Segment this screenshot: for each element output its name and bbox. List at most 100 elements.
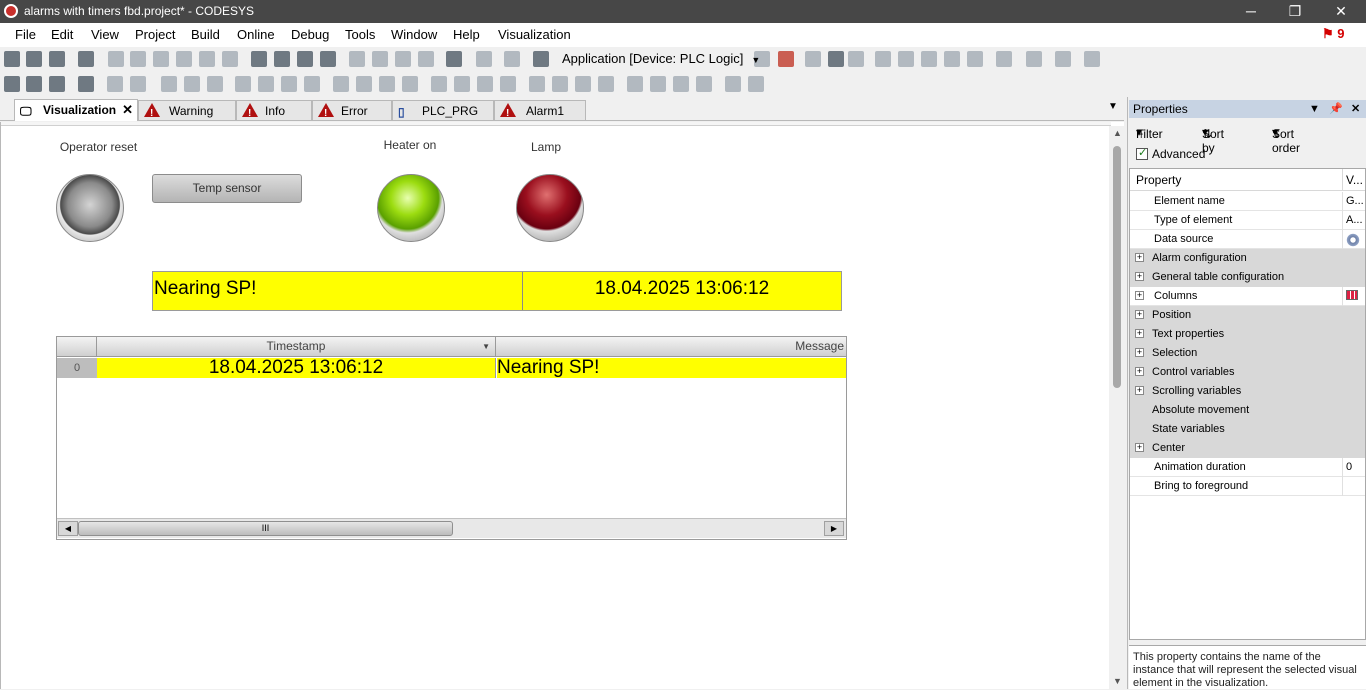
- hotkeys-icon[interactable]: [49, 76, 65, 92]
- close-panel-icon[interactable]: ✕: [1351, 100, 1360, 118]
- alarm-table[interactable]: Timestamp ▼ Message 0 18.04.2025 13:06:12…: [56, 336, 847, 540]
- expand-icon[interactable]: +: [1135, 443, 1144, 452]
- sort-by-button[interactable]: ⇅ Sort by ▾: [1202, 125, 1224, 155]
- next-bookmark-icon[interactable]: [372, 51, 388, 67]
- maximize-button[interactable]: ❐: [1272, 0, 1318, 23]
- menu-help[interactable]: Help: [453, 27, 480, 42]
- increase-spacing-icon[interactable]: [477, 76, 493, 92]
- property-grid[interactable]: Property V... Element name G... Type of el…: [1129, 168, 1366, 640]
- property-row[interactable]: Element name G...: [1130, 192, 1365, 211]
- minimize-button[interactable]: ─: [1228, 0, 1274, 23]
- tab-visualization[interactable]: 🖵 Visualization ✕: [14, 99, 138, 121]
- insert-element-icon[interactable]: [476, 51, 492, 67]
- scroll-thumb[interactable]: III: [78, 521, 453, 536]
- distribute-vertical-icon[interactable]: [431, 76, 447, 92]
- stop-icon[interactable]: [828, 51, 844, 67]
- close-tab-icon[interactable]: ✕: [122, 101, 133, 119]
- bring-forward-icon[interactable]: [650, 76, 666, 92]
- export-icon[interactable]: [504, 51, 520, 67]
- background-icon[interactable]: [78, 76, 94, 92]
- expand-icon[interactable]: +: [1135, 253, 1144, 262]
- replace-icon[interactable]: [274, 51, 290, 67]
- save-project-icon[interactable]: [49, 51, 65, 67]
- undo-icon[interactable]: [108, 51, 124, 67]
- delete-icon[interactable]: [222, 51, 238, 67]
- step-out-icon[interactable]: [944, 51, 960, 67]
- build-icon[interactable]: [533, 51, 549, 67]
- start-icon[interactable]: [805, 51, 821, 67]
- align-right-icon[interactable]: [207, 76, 223, 92]
- scroll-up-icon[interactable]: ▲: [1113, 128, 1122, 138]
- editor-vertical-scrollbar[interactable]: ▲ ▼: [1109, 126, 1125, 689]
- expand-icon[interactable]: +: [1135, 348, 1144, 357]
- fit-icon[interactable]: [575, 76, 591, 92]
- menu-build[interactable]: Build: [191, 27, 220, 42]
- property-row[interactable]: + Scrolling variables: [1130, 382, 1365, 401]
- align-middle-icon[interactable]: [258, 76, 274, 92]
- select-all-icon[interactable]: [725, 76, 741, 92]
- columns-icon[interactable]: [1346, 290, 1358, 300]
- close-window-button[interactable]: ✕: [1318, 0, 1364, 23]
- copy-icon[interactable]: [176, 51, 192, 67]
- find-icon[interactable]: [251, 51, 267, 67]
- property-row[interactable]: Type of element A...: [1130, 211, 1365, 230]
- column-header-timestamp[interactable]: Timestamp ▼: [97, 337, 496, 357]
- property-row[interactable]: + Columns: [1130, 287, 1365, 306]
- expand-icon[interactable]: +: [1135, 272, 1144, 281]
- property-row[interactable]: + Selection: [1130, 344, 1365, 363]
- menu-file[interactable]: File: [15, 27, 36, 42]
- menu-edit[interactable]: Edit: [51, 27, 73, 42]
- application-selector[interactable]: Application [Device: PLC Logic] ▼: [562, 51, 760, 66]
- column-header-message[interactable]: Message: [497, 337, 846, 357]
- property-row[interactable]: Animation duration 0: [1130, 458, 1365, 477]
- bookmark-icon[interactable]: [349, 51, 365, 67]
- cut-icon[interactable]: [153, 51, 169, 67]
- scroll-left-icon[interactable]: ◀: [58, 521, 78, 536]
- expand-icon[interactable]: +: [1135, 310, 1144, 319]
- previous-bookmark-icon[interactable]: [395, 51, 411, 67]
- scroll-right-icon[interactable]: ▶: [824, 521, 844, 536]
- visualization-editor[interactable]: Operator reset Temp sensor Heater on Lam…: [0, 122, 1125, 689]
- tab-error[interactable]: Error: [312, 100, 392, 123]
- property-value[interactable]: G...: [1342, 192, 1365, 211]
- interface-editor-icon[interactable]: [26, 76, 42, 92]
- logout-icon[interactable]: [778, 51, 794, 67]
- property-row[interactable]: + Center: [1130, 439, 1365, 458]
- property-row[interactable]: + General table configuration: [1130, 268, 1365, 287]
- pin-icon[interactable]: 📌: [1329, 100, 1343, 118]
- make-same-size-icon[interactable]: [304, 76, 320, 92]
- tab-plc-prg[interactable]: ▯ PLC_PRG: [392, 100, 494, 120]
- scroll-down-icon[interactable]: ▼: [1113, 676, 1122, 686]
- menu-tools[interactable]: Tools: [345, 27, 375, 42]
- scroll-thumb[interactable]: [1113, 146, 1121, 388]
- breakpoint-icon[interactable]: [875, 51, 891, 67]
- expand-icon[interactable]: +: [1135, 386, 1144, 395]
- tab-list-dropdown-icon[interactable]: ▼: [1108, 101, 1118, 112]
- property-row[interactable]: + Control variables: [1130, 363, 1365, 382]
- property-value[interactable]: [1342, 287, 1365, 306]
- visualization-element-list-icon[interactable]: [4, 76, 20, 92]
- checkbox-checked-icon[interactable]: [1136, 146, 1148, 160]
- expand-icon[interactable]: +: [1135, 367, 1144, 376]
- property-row[interactable]: Absolute movement: [1130, 401, 1365, 420]
- panel-menu-icon[interactable]: ▼: [1309, 100, 1320, 118]
- align-center-icon[interactable]: [184, 76, 200, 92]
- ungroup-icon[interactable]: [130, 76, 146, 92]
- menu-view[interactable]: View: [91, 27, 119, 42]
- clear-bookmarks-icon[interactable]: [418, 51, 434, 67]
- align-bottom-icon[interactable]: [281, 76, 297, 92]
- operator-reset-button[interactable]: [56, 174, 124, 242]
- tab-alarm1[interactable]: Alarm1: [494, 100, 586, 123]
- align-left-icon[interactable]: [161, 76, 177, 92]
- vertical-spacing-icon[interactable]: [454, 76, 470, 92]
- expand-icon[interactable]: +: [1135, 291, 1144, 300]
- paste-icon[interactable]: [199, 51, 215, 67]
- expand-icon[interactable]: +: [1135, 329, 1144, 338]
- menu-window[interactable]: Window: [391, 27, 437, 42]
- property-value[interactable]: [1342, 230, 1365, 249]
- tab-warning[interactable]: Warning: [138, 100, 236, 123]
- sort-order-button[interactable]: ↧ Sort order ▾: [1272, 125, 1300, 155]
- grid-icon[interactable]: [598, 76, 614, 92]
- filter-button[interactable]: ⊤ Filter ▾: [1136, 125, 1163, 141]
- property-value[interactable]: 0: [1342, 458, 1365, 477]
